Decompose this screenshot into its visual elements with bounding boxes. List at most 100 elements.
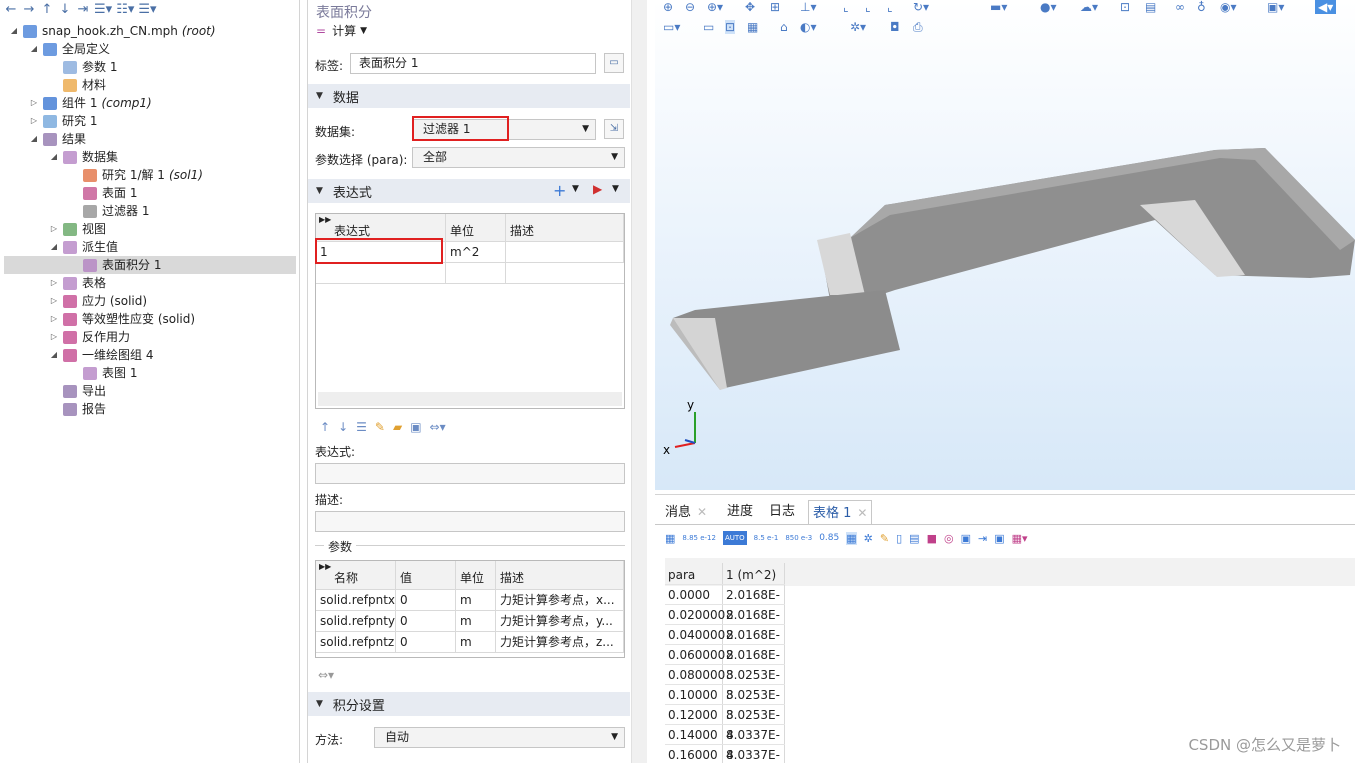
table-graph-icon[interactable]: ▤ <box>909 532 919 545</box>
range-icon[interactable]: ⇔▾ <box>430 420 446 434</box>
params-cell[interactable]: 0 <box>396 590 456 611</box>
format-decimal-button[interactable]: 0.85 <box>819 533 839 543</box>
view-menu-icon[interactable]: ☰▾ <box>138 2 156 17</box>
unit-cell[interactable]: m^2 <box>446 242 506 263</box>
export-icon[interactable]: ⇥ <box>978 532 987 545</box>
description-cell-empty[interactable] <box>506 263 624 284</box>
tree-item[interactable]: 导出 <box>0 382 106 400</box>
add-expression-icon[interactable]: + <box>553 181 566 200</box>
collapse-triangle-icon[interactable]: ◢ <box>28 40 40 58</box>
expression-input[interactable] <box>315 463 625 484</box>
up-arrow-icon[interactable]: ↑ <box>40 2 54 17</box>
move-up-icon[interactable]: ↑ <box>320 420 330 434</box>
expand-triangle-icon[interactable]: ▷ <box>48 292 60 310</box>
unit-cell-empty[interactable] <box>446 263 506 284</box>
tree-item[interactable]: 表图 1 <box>0 364 137 382</box>
tree-item[interactable]: ▷ 视图 <box>0 220 106 238</box>
delete-table-icon[interactable]: ▯ <box>896 532 902 545</box>
copy-icon[interactable]: ▣ <box>961 532 971 545</box>
expand-columns-icon[interactable]: ▶▶ <box>319 215 331 224</box>
expression-section-header[interactable]: ▼ 表达式 + ▼ ▶ ▼ <box>308 179 630 203</box>
format-e3-button[interactable]: 850 e-3 <box>785 534 812 542</box>
tree-item[interactable]: 表面积分 1 <box>4 256 296 274</box>
params-cell[interactable]: 力矩计算参考点，z... <box>496 632 624 653</box>
move-down-icon[interactable]: ↓ <box>338 420 348 434</box>
tree-item[interactable]: ◢ 全局定义 <box>0 40 110 58</box>
table-row[interactable]: 0.12000 3.0253E-8 <box>665 705 785 742</box>
close-icon[interactable]: ✕ <box>697 505 707 519</box>
chevron-down-icon[interactable]: ▼ <box>572 184 579 194</box>
tree-item[interactable]: ▷ 研究 1 <box>0 112 98 130</box>
collapse-triangle-icon[interactable]: ◢ <box>8 22 20 40</box>
table-row[interactable]: 0.10000 3.0253E-8 <box>665 685 785 722</box>
table-row[interactable]: 0.080000 3.0253E-8 <box>665 665 785 702</box>
forward-arrow-icon[interactable]: → <box>22 2 36 17</box>
table-row[interactable]: 0.060000 2.0168E-8 <box>665 645 785 682</box>
format-full-button[interactable]: 8.85 e-12 <box>682 534 716 542</box>
integration-section-header[interactable]: ▼ 积分设置 <box>308 692 630 716</box>
expand-triangle-icon[interactable]: ▷ <box>48 328 60 346</box>
tree-item[interactable]: ◢ 一维绘图组 4 <box>0 346 154 364</box>
params-cell[interactable]: 0 <box>396 632 456 653</box>
params-cell[interactable]: m <box>456 611 496 632</box>
expand-menu-icon[interactable]: ☷▾ <box>116 2 134 17</box>
description-input[interactable] <box>315 511 625 532</box>
params-cell[interactable]: 力矩计算参考点，y... <box>496 611 624 632</box>
params-cell[interactable]: 0 <box>396 611 456 632</box>
show-menu-icon[interactable]: ☰▾ <box>94 2 112 17</box>
compute-button[interactable]: = 计算 ▼ <box>316 22 367 39</box>
params-cell[interactable]: 力矩计算参考点，x... <box>496 590 624 611</box>
horizontal-scrollbar[interactable] <box>318 392 622 406</box>
label-edit-icon[interactable]: ▭ <box>604 53 624 73</box>
graphics-window[interactable]: ⊕ ⊖ ⊕▾ ✥ ⊞ ⊥▾ ⌞ ⌞ ⌞ ↻▾ ▬▾ ●▾ ☁▾ ⊡ ▤ ∞ ♁ … <box>655 0 1355 490</box>
data-section-header[interactable]: ▼ 数据 <box>308 84 630 108</box>
tree-item[interactable]: ◢ 派生值 <box>0 238 118 256</box>
expand-columns-icon[interactable]: ▶▶ <box>319 562 331 571</box>
clear-icon[interactable]: ✎ <box>375 420 385 434</box>
tab-progress[interactable]: 进度 <box>723 500 757 524</box>
full-precision-icon[interactable]: ▣ <box>994 532 1004 545</box>
tab-log[interactable]: 日志 <box>765 500 799 524</box>
sort-icon[interactable]: ✲ <box>864 532 873 545</box>
plot-icon[interactable]: ■ <box>927 532 937 545</box>
tree-item[interactable]: ◢ 结果 <box>0 130 86 148</box>
tree-item[interactable]: 研究 1/解 1 (sol1) <box>0 166 203 184</box>
tree-item[interactable]: ▷ 等效塑性应变 (solid) <box>0 310 195 328</box>
range-icon[interactable]: ⇔▾ <box>318 668 334 682</box>
params-cell[interactable]: m <box>456 632 496 653</box>
expand-triangle-icon[interactable]: ▷ <box>48 274 60 292</box>
collapse-triangle-icon[interactable]: ◢ <box>28 130 40 148</box>
collapse-triangle-icon[interactable]: ◢ <box>48 346 60 364</box>
expand-triangle-icon[interactable]: ▷ <box>48 310 60 328</box>
chevron-down-icon[interactable]: ▼ <box>612 184 619 194</box>
table-row[interactable]: 0.040000 2.0168E-8 <box>665 625 785 662</box>
params-cell[interactable]: solid.refpntx <box>316 590 396 611</box>
collapse-icon[interactable]: ⇥ <box>76 2 90 17</box>
save-file-icon[interactable]: ▣ <box>410 420 421 434</box>
table-row[interactable]: 0.14000 4.0337E-8 <box>665 725 785 762</box>
tree-item[interactable]: 报告 <box>0 400 106 418</box>
method-select[interactable]: 自动 ▼ <box>374 727 625 748</box>
close-icon[interactable]: ✕ <box>857 506 867 520</box>
histogram-icon[interactable]: ◎ <box>944 532 954 545</box>
dataset-goto-icon[interactable]: ⇲ <box>604 119 624 139</box>
tree-item[interactable]: 过滤器 1 <box>0 202 149 220</box>
expand-triangle-icon[interactable]: ▷ <box>28 112 40 130</box>
collapse-triangle-icon[interactable]: ◢ <box>48 238 60 256</box>
format-auto-button[interactable]: AUTO <box>722 531 747 545</box>
tree-item[interactable]: 参数 1 <box>0 58 117 76</box>
tree-item[interactable]: ▷ 反作用力 <box>0 328 130 346</box>
expand-triangle-icon[interactable]: ▷ <box>28 94 40 112</box>
description-cell[interactable] <box>506 242 624 263</box>
label-input[interactable]: 表面积分 1 <box>350 53 596 74</box>
tree-item[interactable]: ◢ snap_hook.zh_CN.mph (root) <box>0 22 216 40</box>
tree-item[interactable]: ▷ 表格 <box>0 274 106 292</box>
column-menu-icon[interactable]: ▦▾ <box>1012 532 1028 545</box>
table-row[interactable]: 0.020000 2.0168E-8 <box>665 605 785 642</box>
tab-messages[interactable]: 消息 ✕ <box>661 500 711 524</box>
down-arrow-icon[interactable]: ↓ <box>58 2 72 17</box>
collapse-triangle-icon[interactable]: ◢ <box>48 148 60 166</box>
tree-item[interactable]: ◢ 数据集 <box>0 148 118 166</box>
replace-expression-icon[interactable]: ▶ <box>593 182 602 196</box>
expression-cell-empty[interactable] <box>316 263 446 284</box>
